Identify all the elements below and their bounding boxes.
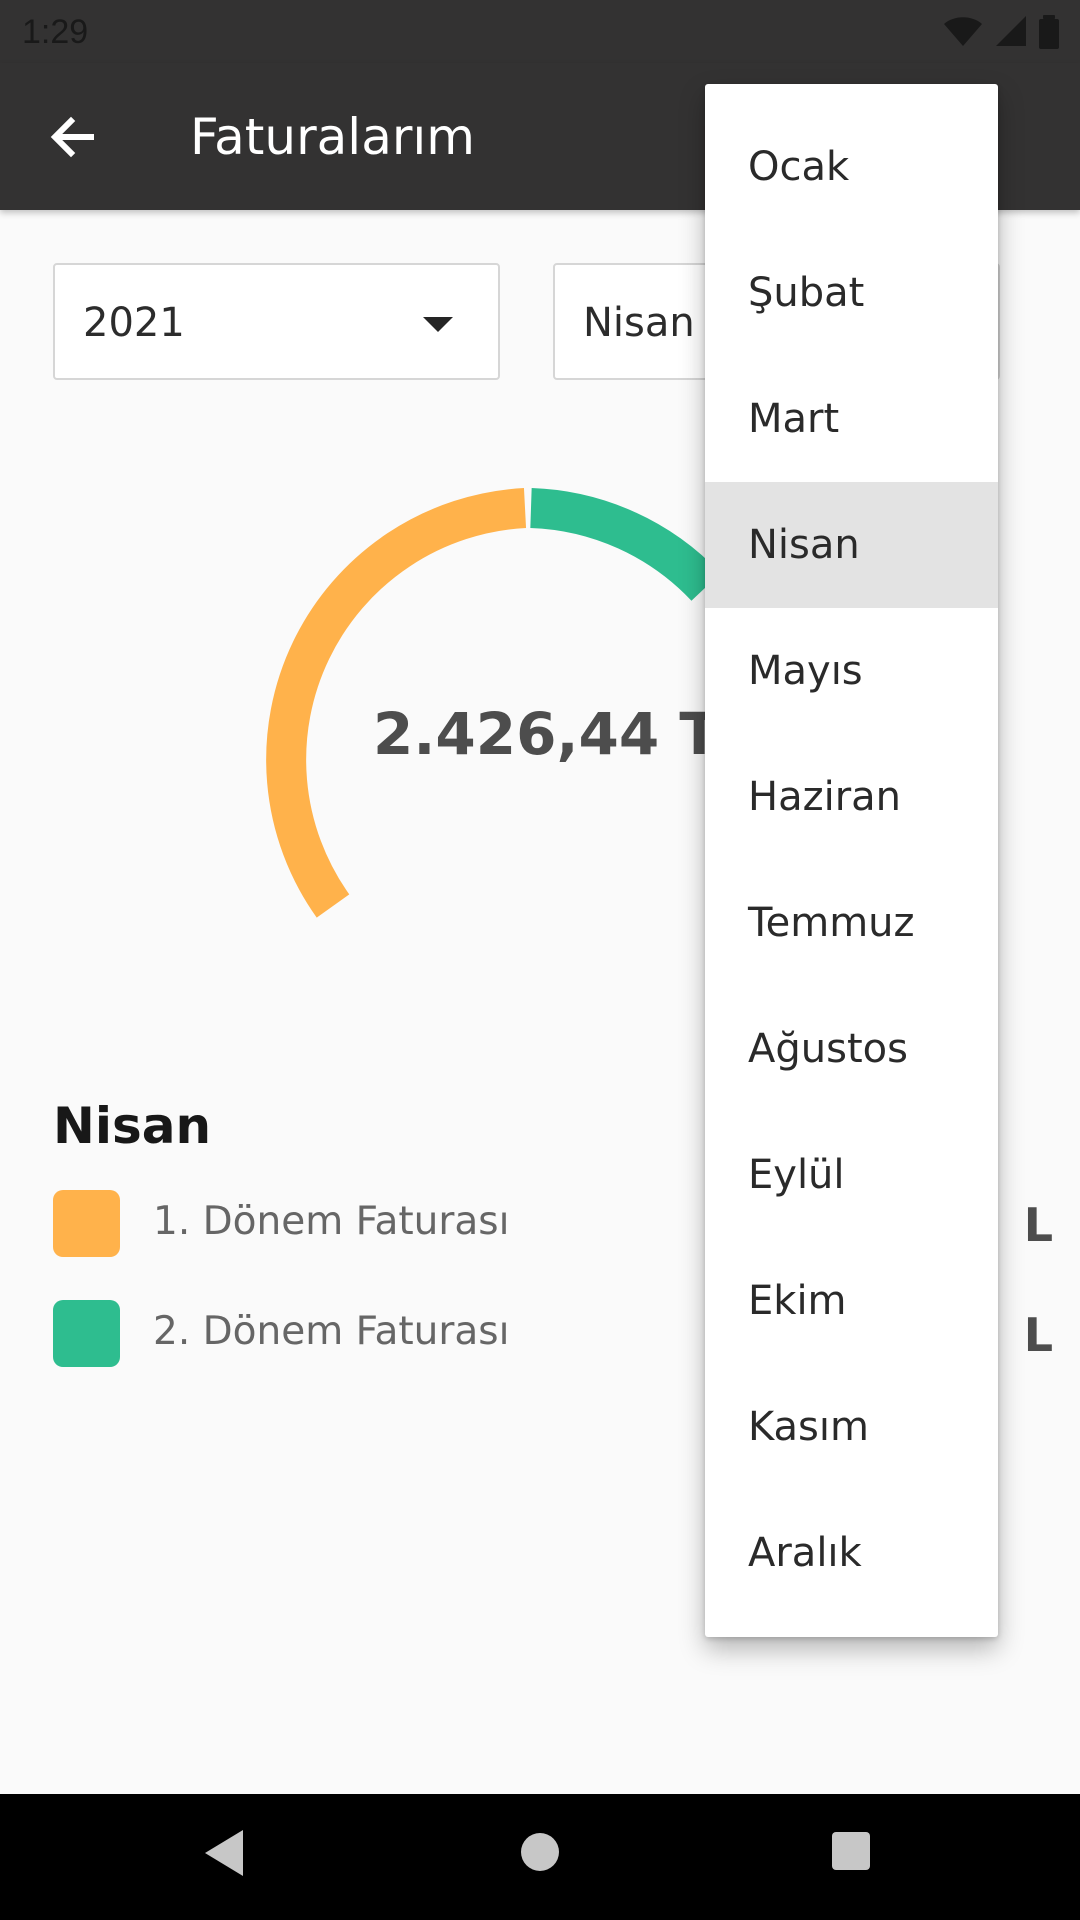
month-option-ekim[interactable]: Ekim [705, 1238, 998, 1364]
legend-label: 1. Dönem Faturası [153, 1199, 510, 1244]
month-option-label: Ocak [748, 144, 850, 190]
legend-value: L [1023, 1198, 1053, 1252]
faturalarim-screen: 1:29 Faturalarım 2021 Nisan 2.426,44 TL … [0, 0, 1080, 1920]
month-option-nisan[interactable]: Nisan [705, 482, 998, 608]
total-amount: 2.426,44 TL [373, 700, 756, 768]
system-navigation-bar [0, 1794, 1080, 1920]
month-option-label: Mayıs [748, 648, 863, 694]
month-option-haziran[interactable]: Haziran [705, 734, 998, 860]
month-option-agustos[interactable]: Ağustos [705, 986, 998, 1112]
month-option-mayis[interactable]: Mayıs [705, 608, 998, 734]
month-dropdown-menu[interactable]: Ocak Şubat Mart Nisan Mayıs Haziran Temm… [705, 84, 998, 1637]
month-option-label: Nisan [748, 522, 860, 568]
month-option-label: Temmuz [748, 900, 915, 946]
month-option-label: Ağustos [748, 1026, 908, 1072]
month-option-label: Haziran [748, 774, 902, 820]
second-period-color-swatch [53, 1300, 120, 1367]
month-option-label: Ekim [748, 1278, 847, 1324]
second-period-chart-segment [530, 488, 721, 601]
month-option-label: Kasım [748, 1404, 869, 1450]
month-option-label: Aralık [748, 1530, 862, 1576]
legend-title: Nisan [53, 1097, 212, 1155]
month-option-aralik[interactable]: Aralık [705, 1490, 998, 1616]
month-option-mart[interactable]: Mart [705, 356, 998, 482]
legend-label: 2. Dönem Faturası [153, 1309, 510, 1354]
month-option-subat[interactable]: Şubat [705, 230, 998, 356]
nav-recent-icon[interactable] [832, 1832, 870, 1870]
month-option-label: Eylül [748, 1152, 845, 1198]
nav-back-icon[interactable] [205, 1830, 243, 1876]
month-option-eylul[interactable]: Eylül [705, 1112, 998, 1238]
first-period-color-swatch [53, 1190, 120, 1257]
month-option-kasim[interactable]: Kasım [705, 1364, 998, 1490]
month-option-label: Şubat [748, 270, 865, 316]
nav-home-icon[interactable] [521, 1833, 559, 1871]
month-option-label: Mart [748, 396, 840, 442]
legend-value: L [1023, 1308, 1053, 1362]
month-option-ocak[interactable]: Ocak [705, 104, 998, 230]
month-option-temmuz[interactable]: Temmuz [705, 860, 998, 986]
